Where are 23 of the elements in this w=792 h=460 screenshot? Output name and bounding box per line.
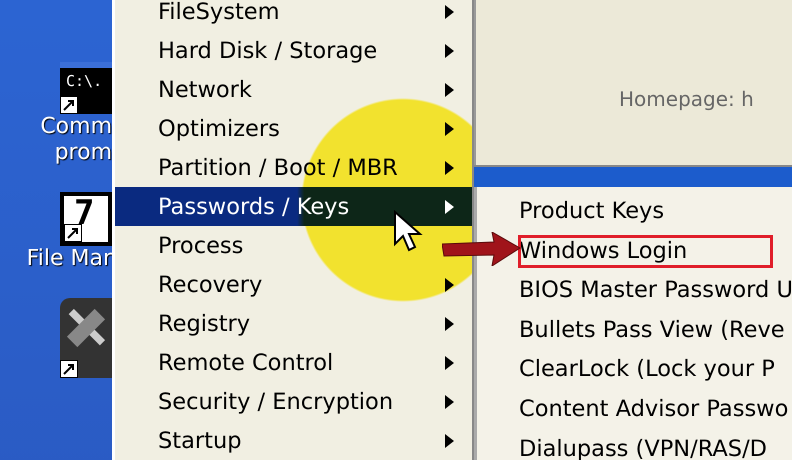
- submenu-item[interactable]: Dialupass (VPN/RAS/D: [477, 430, 792, 460]
- submenu-item[interactable]: BIOS Master Password U: [477, 271, 792, 311]
- menu-item[interactable]: Hard Disk / Storage: [115, 31, 472, 70]
- menu-item[interactable]: Startup: [115, 421, 472, 460]
- menu-item[interactable]: Passwords / Keys: [115, 187, 472, 226]
- menu-item[interactable]: Optimizers: [115, 109, 472, 148]
- menu-item[interactable]: Security / Encryption: [115, 382, 472, 421]
- homepage-text: Homepage: h: [619, 86, 754, 110]
- submenu-item[interactable]: Content Advisor Passwo: [477, 390, 792, 430]
- menu-item[interactable]: Network: [115, 70, 472, 109]
- shortcut-icon[interactable]: 7: [60, 192, 112, 246]
- submenu-item[interactable]: Product Keys: [477, 192, 792, 232]
- icon-label: prom: [54, 140, 112, 166]
- icon-label: Comm: [40, 114, 112, 140]
- submenu-item[interactable]: Windows Login: [515, 232, 776, 272]
- menu-item[interactable]: Registry: [115, 304, 472, 343]
- menu-item[interactable]: FileSystem: [115, 0, 472, 31]
- menu-item[interactable]: Remote Control: [115, 343, 472, 382]
- icon-label: File Mar: [26, 246, 112, 272]
- submenu-item[interactable]: ClearLock (Lock your P: [477, 350, 792, 390]
- menu-item[interactable]: Recovery: [115, 265, 472, 304]
- submenu-item[interactable]: Bullets Pass View (Reve: [477, 310, 792, 350]
- shortcut-icon[interactable]: C:\.: [60, 62, 112, 114]
